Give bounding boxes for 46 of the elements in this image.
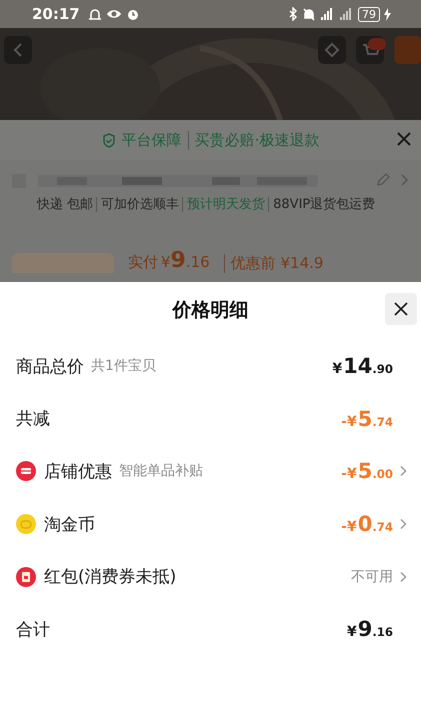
coin-icon xyxy=(16,514,36,534)
guarantee-text: 买贵必赔·极速退款 xyxy=(188,130,320,150)
row-label: 红包(消费券未抵) xyxy=(44,566,176,588)
row-label: 共减 xyxy=(16,408,50,430)
price-amount: -¥5.74 xyxy=(341,406,393,431)
original-price: 优惠前 ¥14.9 xyxy=(224,254,324,273)
notification-icon xyxy=(88,8,102,20)
shop-icon xyxy=(16,461,36,482)
alarm-icon xyxy=(126,7,140,21)
eye-icon xyxy=(106,8,122,20)
price-amount: -¥5.00 xyxy=(341,459,393,484)
chevron-icon[interactable] xyxy=(399,570,407,583)
shield-icon xyxy=(102,132,116,148)
envelope-icon xyxy=(16,566,36,587)
paid-label: 实付 xyxy=(128,253,158,272)
row-label: 店铺优惠 xyxy=(44,460,112,483)
row-note: 共1件宝贝 xyxy=(91,357,156,376)
row-label: 淘金币 xyxy=(44,514,95,536)
chevron-icon[interactable] xyxy=(399,518,407,530)
signal-icon xyxy=(320,7,354,21)
mute-icon xyxy=(302,7,316,21)
share-icon[interactable] xyxy=(318,36,346,64)
edit-icon[interactable] xyxy=(375,172,391,188)
shipping-tag: 快递 包邮 xyxy=(37,197,94,212)
bluetooth-icon xyxy=(288,7,298,21)
price-amount: ¥14.90 xyxy=(332,354,393,378)
battery-level: 79 xyxy=(358,6,380,22)
row-label: 合计 xyxy=(16,618,50,641)
status-text: 不可用 xyxy=(351,568,393,586)
close-icon xyxy=(393,301,409,317)
price-amount: ¥9.16 xyxy=(346,617,393,642)
shipping-tag: 预计明天发货 xyxy=(182,197,266,212)
guarantee-text: 平台保障 xyxy=(122,130,182,150)
charging-icon xyxy=(384,8,391,20)
row-label: 商品总价 xyxy=(16,356,84,378)
clock-time: 20:17 xyxy=(32,5,80,23)
price-amount: -¥0.74 xyxy=(341,512,393,536)
close-button[interactable] xyxy=(385,293,417,325)
close-icon[interactable] xyxy=(396,131,412,147)
sheet-title: 价格明细 xyxy=(172,298,248,323)
chevron-icon[interactable] xyxy=(399,465,407,478)
chevron-icon[interactable] xyxy=(399,173,409,187)
shipping-tag: 可加价选顺丰 xyxy=(96,197,180,212)
row-note: 智能单品补贴 xyxy=(119,462,203,480)
shipping-tag: 88VIP退货包运费 xyxy=(268,197,376,212)
paid-amount: ¥9.16 xyxy=(161,248,210,273)
